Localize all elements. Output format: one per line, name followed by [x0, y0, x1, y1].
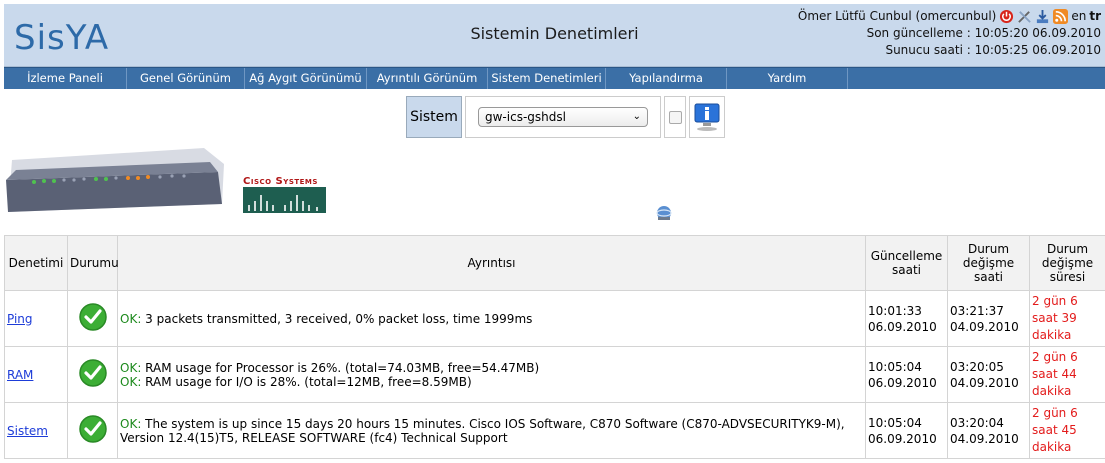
nav-item-network-device-view[interactable]: Ağ Aygıt Görünümü [245, 68, 367, 89]
check-link-ram[interactable]: RAM [7, 368, 33, 382]
system-select-container: gw-ics-gshdsl ⌄ [465, 96, 661, 138]
col-header-check: Denetimi [4, 235, 68, 291]
lang-tr-link[interactable]: tr [1089, 8, 1101, 25]
change-time-cell: 03:21:37 04.09.2010 [947, 290, 1030, 347]
cisco-logo: Cisco Systems [243, 176, 326, 216]
detail-cell: OK: 3 packets transmitted, 3 received, 0… [117, 290, 866, 347]
info-monitor-icon [694, 103, 720, 131]
update-time-cell: 10:01:33 06.09.2010 [865, 290, 948, 347]
table-row: Ping OK: 3 packets transmitted, 3 receiv… [4, 290, 1105, 347]
download-icon[interactable] [1035, 9, 1050, 24]
router-image [4, 142, 226, 219]
server-time-text: Sunucu saati : 10:05:25 06.09.2010 [885, 43, 1101, 57]
nav-item-detailed-view[interactable]: Ayrıntılı Görünüm [367, 68, 488, 89]
ok-check-icon [78, 415, 107, 443]
table-row: RAM OK: RAM usage for Processor is 26%. … [4, 346, 1105, 403]
check-name-cell: Ping [4, 290, 68, 347]
check-link-system[interactable]: Sistem [7, 424, 48, 438]
system-select[interactable]: gw-ics-gshdsl ⌄ [478, 107, 648, 127]
duration-cell: 2 gün 6 saat 39 dakika [1029, 290, 1105, 347]
check-name-cell: Sistem [4, 402, 68, 459]
chevron-down-icon: ⌄ [632, 111, 641, 122]
change-time-cell: 03:20:05 04.09.2010 [947, 346, 1030, 403]
cisco-logo-text: Cisco Systems [243, 176, 318, 187]
ok-check-icon [78, 303, 107, 331]
system-checkbox-container [664, 96, 686, 138]
cisco-bars-icon [243, 187, 326, 213]
lang-en-link[interactable]: en [1071, 8, 1086, 25]
nav-item-dashboard[interactable]: İzleme Paneli [4, 68, 127, 89]
system-info-button[interactable] [689, 96, 725, 138]
update-time-cell: 10:05:04 06.09.2010 [865, 346, 948, 403]
col-header-updated: Güncelleme saati [865, 235, 948, 291]
duration-cell: 2 gün 6 saat 45 dakika [1029, 402, 1105, 459]
table-header-row: Denetimi Durumu Ayrıntısı Güncelleme saat… [4, 235, 1105, 291]
system-selector-bar: Sistem gw-ics-gshdsl ⌄ [406, 96, 725, 138]
rss-icon[interactable] [1053, 9, 1069, 24]
col-header-duration: Durum değişme süresi [1029, 235, 1105, 291]
status-cell [67, 346, 118, 403]
update-time-cell: 10:05:04 06.09.2010 [865, 402, 948, 459]
ok-check-icon [78, 359, 107, 387]
system-select-value: gw-ics-gshdsl [485, 110, 566, 124]
col-header-changed: Durum değişme saati [947, 235, 1030, 291]
tools-icon[interactable] [1017, 9, 1032, 24]
nav-item-system-checks[interactable]: Sistem Denetimleri [488, 68, 606, 89]
check-name-cell: RAM [4, 346, 68, 403]
system-label: Sistem [406, 96, 462, 138]
status-cell [67, 402, 118, 459]
nav-item-configuration[interactable]: Yapılandırma [606, 68, 727, 89]
change-time-cell: 03:20:04 04.09.2010 [947, 402, 1030, 459]
main-nav: İzleme Paneli Genel Görünüm Ağ Aygıt Gör… [4, 67, 1105, 89]
system-checkbox[interactable] [668, 110, 682, 124]
detail-cell: OK: RAM usage for Processor is 26%. (tot… [117, 346, 866, 403]
check-link-ping[interactable]: Ping [7, 312, 33, 326]
duration-cell: 2 gün 6 saat 44 dakika [1029, 346, 1105, 403]
detail-cell: OK: The system is up since 15 days 20 ho… [117, 402, 866, 459]
system-checks-table: Denetimi Durumu Ayrıntısı Güncelleme saat… [4, 235, 1105, 459]
nav-item-help[interactable]: Yardım [727, 68, 848, 89]
app-header: SisYA Sistemin Denetimleri Ömer Lütfü Cu… [4, 4, 1105, 67]
col-header-status: Durumu [67, 235, 119, 291]
col-header-detail: Ayrıntısı [117, 235, 866, 291]
nav-item-general-view[interactable]: Genel Görünüm [127, 68, 245, 89]
network-status-icon[interactable] [655, 204, 673, 225]
table-row: Sistem OK: The system is up since 15 day… [4, 402, 1105, 459]
user-info: Ömer Lütfü Cunbul (omercunbul) en tr Son… [798, 8, 1101, 59]
logout-icon[interactable] [999, 9, 1014, 24]
status-cell [67, 290, 118, 347]
user-name: Ömer Lütfü Cunbul (omercunbul) [797, 9, 997, 23]
last-update-text: Son güncelleme : 10:05:20 06.09.2010 [866, 26, 1101, 40]
